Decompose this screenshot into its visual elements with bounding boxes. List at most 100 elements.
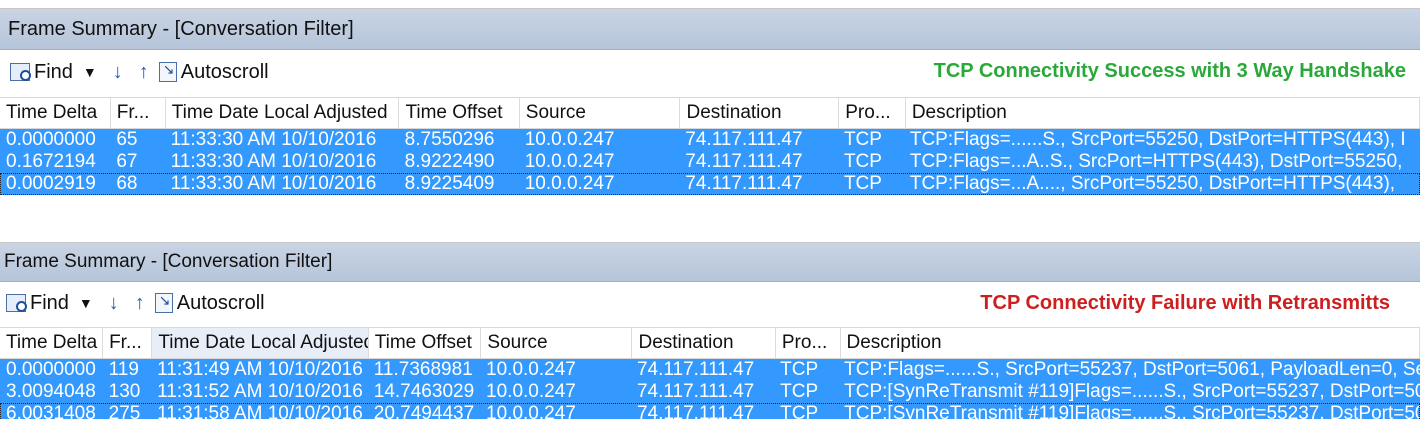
column-header-source[interactable]: Source [520, 98, 681, 128]
cell-description: TCP:Flags=...A...., SrcPort=55250, DstPo… [909, 173, 1396, 194]
cell-description: TCP:[SynReTransmit #119]Flags=......S., … [844, 403, 1420, 419]
cell-description: TCP:Flags=......S., SrcPort=55237, DstPo… [844, 359, 1420, 380]
dropdown-caret-icon[interactable]: ▼ [79, 295, 93, 311]
table-row[interactable]: 0.1672194 67 11:33:30 AM 10/10/2016 8.92224… [0, 151, 1420, 173]
column-header-frame-number[interactable]: Fr... [111, 98, 166, 128]
cell-time-offset: 14.7463029 [373, 381, 475, 402]
column-header-destination[interactable]: Destination [680, 98, 840, 128]
cell-frame-number: 67 [116, 151, 138, 172]
column-header-time-offset[interactable]: Time Offset [399, 98, 520, 128]
cell-time-date-local: 11:33:30 AM 10/10/2016 [170, 129, 377, 150]
cell-destination: 74.117.111.47 [685, 151, 803, 172]
cell-source: 10.0.0.247 [486, 403, 576, 419]
cell-time-delta: 3.0094048 [6, 381, 96, 402]
column-header-source[interactable]: Source [481, 328, 633, 358]
cell-frame-number: 130 [108, 381, 141, 402]
find-label: Find [34, 60, 73, 83]
cell-description: TCP:Flags=......S., SrcPort=55250, DstPo… [909, 129, 1406, 150]
cell-time-offset: 8.9225409 [404, 173, 495, 194]
cell-source: 10.0.0.247 [486, 359, 576, 380]
toolbar: Find ▼ ↓ ↑ Autoscroll TCP Connectivity S… [0, 50, 1420, 94]
arrow-up-icon[interactable]: ↑ [135, 292, 145, 315]
find-button[interactable]: Find ▼ [6, 292, 93, 315]
cell-protocol: TCP [780, 403, 819, 419]
autoscroll-icon [158, 61, 177, 82]
cell-time-delta: 6.0031408 [6, 403, 96, 419]
frame-summary-panel-success: Frame Summary - [Conversation Filter] Fi… [0, 8, 1420, 205]
arrow-down-icon[interactable]: ↓ [109, 292, 119, 315]
find-label: Find [30, 291, 69, 314]
table-row[interactable]: 6.0031408 275 11:31:58 AM 10/10/2016 20.749… [0, 403, 1420, 419]
cell-time-offset: 8.7550296 [404, 129, 495, 150]
cell-destination: 74.117.111.47 [636, 359, 755, 380]
autoscroll-label: Autoscroll [180, 60, 269, 83]
cell-time-delta: 0.1672194 [6, 151, 96, 172]
column-header-time-date-local[interactable]: Time Date Local Adjusted [166, 98, 400, 128]
cell-time-delta: 0.0000000 [6, 129, 96, 150]
table-row[interactable]: 3.0094048 130 11:31:52 AM 10/10/2016 14.746… [0, 381, 1420, 403]
cell-time-date-local: 11:33:30 AM 10/10/2016 [170, 151, 377, 172]
cell-frame-number: 275 [108, 403, 141, 419]
cell-time-date-local: 11:33:30 AM 10/10/2016 [170, 173, 377, 194]
cell-description: TCP:[SynReTransmit #119]Flags=......S., … [844, 381, 1420, 402]
frame-grid: Time Delta Fr... Time Date Local Adjusted T… [0, 327, 1420, 419]
column-header-time-delta[interactable]: Time Delta [0, 98, 111, 128]
column-header-time-delta[interactable]: Time Delta [0, 328, 104, 358]
cell-frame-number: 119 [108, 359, 139, 380]
table-row[interactable]: 0.0000000 119 11:31:49 AM 10/10/2016 11.736… [0, 359, 1420, 381]
find-button[interactable]: Find ▼ [10, 61, 97, 84]
dropdown-caret-icon[interactable]: ▼ [83, 64, 97, 80]
autoscroll-button[interactable]: Autoscroll [158, 60, 269, 84]
table-row[interactable]: 0.0000000 65 11:33:30 AM 10/10/2016 8.75502… [0, 129, 1420, 151]
column-header-protocol[interactable]: Pro... [776, 328, 841, 358]
cell-source: 10.0.0.247 [486, 381, 576, 402]
panel-title: Frame Summary - [Conversation Filter] [0, 243, 1420, 282]
cell-source: 10.0.0.247 [524, 151, 615, 172]
cell-time-date-local: 11:31:52 AM 10/10/2016 [157, 381, 363, 402]
cell-source: 10.0.0.247 [524, 173, 615, 194]
column-header-description[interactable]: Description [841, 328, 1420, 358]
annotation-success: TCP Connectivity Success with 3 Way Hand… [933, 60, 1406, 82]
column-header-time-offset[interactable]: Time Offset [369, 328, 482, 358]
column-header-description[interactable]: Description [906, 98, 1420, 128]
cell-protocol: TCP [843, 129, 882, 150]
cell-protocol: TCP [780, 359, 819, 380]
cell-destination: 74.117.111.47 [636, 381, 755, 402]
grid-header: Time Delta Fr... Time Date Local Adjusted T… [0, 327, 1420, 359]
cell-destination: 74.117.111.47 [685, 173, 803, 194]
cell-time-date-local: 11:31:49 AM 10/10/2016 [157, 359, 363, 380]
autoscroll-button[interactable]: Autoscroll [154, 291, 265, 315]
cell-time-offset: 11.7368981 [373, 359, 473, 380]
grid-header: Time Delta Fr... Time Date Local Adjusted T… [0, 97, 1420, 129]
cell-protocol: TCP [843, 173, 882, 194]
frame-summary-panel-failure: Frame Summary - [Conversation Filter] Fi… [0, 242, 1420, 419]
cell-protocol: TCP [780, 381, 819, 402]
column-header-frame-number[interactable]: Fr... [103, 328, 153, 358]
cell-time-date-local: 11:31:58 AM 10/10/2016 [157, 403, 363, 419]
arrow-down-icon[interactable]: ↓ [113, 61, 123, 84]
cell-time-delta: 0.0000000 [6, 359, 96, 380]
cell-time-delta: 0.0002919 [6, 173, 96, 194]
cell-destination: 74.117.111.47 [636, 403, 755, 419]
cell-source: 10.0.0.247 [524, 129, 615, 150]
autoscroll-label: Autoscroll [176, 291, 265, 314]
cell-frame-number: 65 [116, 129, 138, 150]
find-icon [6, 294, 27, 312]
find-icon [10, 63, 31, 81]
column-header-destination[interactable]: Destination [632, 328, 776, 358]
cell-destination: 74.117.111.47 [685, 129, 803, 150]
autoscroll-icon [154, 292, 173, 313]
cell-time-offset: 20.7494437 [373, 403, 475, 419]
column-header-time-date-local[interactable]: Time Date Local Adjusted [152, 328, 369, 358]
cell-time-offset: 8.9222490 [404, 151, 495, 172]
cell-frame-number: 68 [116, 173, 138, 194]
panel-title: Frame Summary - [Conversation Filter] [0, 9, 1420, 50]
annotation-failure: TCP Connectivity Failure with Retransmit… [980, 292, 1390, 314]
arrow-up-icon[interactable]: ↑ [139, 61, 149, 84]
table-row[interactable]: 0.0002919 68 11:33:30 AM 10/10/2016 8.92254… [0, 173, 1420, 195]
column-header-protocol[interactable]: Pro... [839, 98, 906, 128]
frame-grid: Time Delta Fr... Time Date Local Adjusted T… [0, 97, 1420, 195]
cell-protocol: TCP [843, 151, 882, 172]
toolbar: Find ▼ ↓ ↑ Autoscroll TCP Connectivity F… [0, 282, 1420, 324]
cell-description: TCP:Flags=...A..S., SrcPort=HTTPS(443), … [909, 151, 1403, 172]
